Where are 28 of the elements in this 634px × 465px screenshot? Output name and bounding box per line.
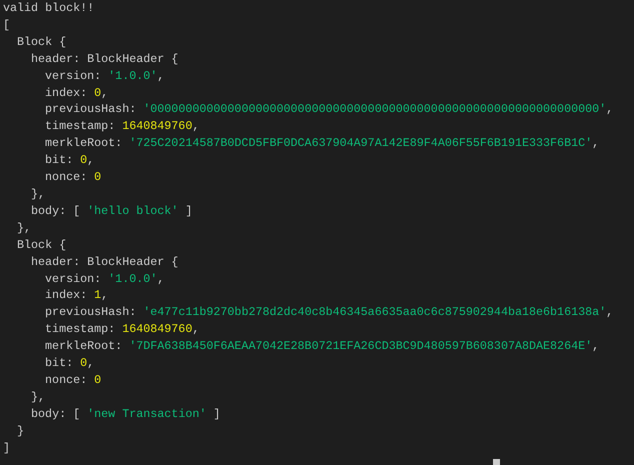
cursor-icon <box>493 459 500 465</box>
code-line: previousHash: '0000000000000000000000000000000000000000000000000000000000000000', <box>45 101 614 118</box>
code-line: previousHash: 'e477c11b9270bb278d2dc40c8b46345a6635aa0c6c875902944ba18e6b16138a', <box>45 304 614 322</box>
code-line: }, <box>31 388 46 406</box>
code-line: header: BlockHeader { <box>31 254 178 270</box>
code-line: index: 0, <box>45 84 108 102</box>
code-line: } <box>17 422 24 440</box>
code-line: nonce: 0 <box>45 372 102 389</box>
code-line: }, <box>31 186 46 203</box>
code-line: index: 1, <box>45 287 108 304</box>
code-line: body: [ 'hello block' ] <box>31 202 192 220</box>
code-line: timestamp: 1640849760, <box>45 321 200 338</box>
code-line: bit: 0, <box>45 355 94 372</box>
code-line: header: BlockHeader { <box>31 50 178 68</box>
code-line: }, <box>17 220 32 237</box>
code-line: nonce: 0 <box>45 169 102 186</box>
code-line: timestamp: 1640849760, <box>45 118 200 136</box>
code-line: valid block!! <box>3 0 94 17</box>
code-line: merkleRoot: '725C20214587B0DCD5FBF0DCA637904A97A142E89F4A06F55F6B191E333F6B1C', <box>45 135 600 152</box>
code-line: Block { <box>17 236 66 254</box>
code-line: bit: 0, <box>45 152 94 170</box>
code-line: merkleRoot: '7DFA638B450F6AEAA7042E28B0721EFA26CD3BC9D480597B608307A8DAE8264E', <box>45 338 600 356</box>
code-line: body: [ 'new Transaction' ] <box>31 406 220 423</box>
code-line: ] <box>3 440 10 456</box>
code-line: version: '1.0.0', <box>45 68 164 85</box>
code-line: version: '1.0.0', <box>45 270 164 288</box>
code-line: [ <box>3 16 10 34</box>
code-line: Block { <box>17 34 66 51</box>
